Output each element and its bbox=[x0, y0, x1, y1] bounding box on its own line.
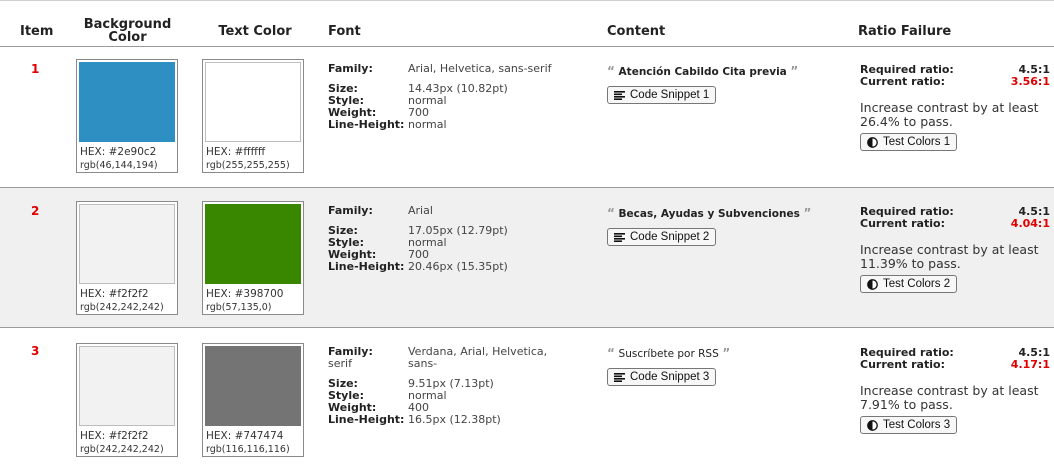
text-color-fill bbox=[205, 62, 301, 142]
font-details: Family: Arial, Helvetica, sans-serif Size… bbox=[328, 63, 568, 131]
text-color-fill bbox=[205, 204, 301, 284]
content-text: Suscríbete por RSS bbox=[618, 348, 719, 360]
background-swatch: HEX: #f2f2f2 rgb(242,242,242) bbox=[76, 201, 178, 315]
background-hex: HEX: #2e90c2 bbox=[80, 146, 157, 158]
line-height-value: 20.46px (15.35pt) bbox=[408, 260, 508, 273]
code-snippet-label: Code Snippet 1 bbox=[630, 89, 710, 101]
current-label: Current ratio: bbox=[860, 75, 945, 88]
contrast-report: Item Background Color Text Color Font Co… bbox=[0, 0, 1054, 464]
text-color-swatch: HEX: #398700 rgb(57,135,0) bbox=[202, 201, 304, 315]
col-background: Background Color bbox=[83, 17, 172, 45]
font-details: Family: Verdana, Arial, Helvetica, sans- … bbox=[328, 346, 568, 426]
open-quote-icon: “ bbox=[607, 346, 615, 360]
col-text-color: Text Color bbox=[218, 24, 292, 39]
contrast-icon bbox=[867, 278, 878, 290]
ratio-failure: Required ratio: 4.5:1 Current ratio: 3.56:… bbox=[860, 63, 1050, 151]
content-sample: “ Atención Cabildo Cita previa ” bbox=[607, 64, 827, 78]
background-hex: HEX: #f2f2f2 bbox=[80, 288, 149, 300]
line-height-value: 16.5px (12.38pt) bbox=[408, 413, 501, 426]
col-font: Font bbox=[328, 24, 361, 39]
family-value: Arial bbox=[408, 204, 433, 217]
code-snippet-button[interactable]: Code Snippet 2 bbox=[607, 228, 717, 246]
test-colors-label: Test Colors 3 bbox=[883, 419, 951, 431]
text-color-swatch: HEX: #ffffff rgb(255,255,255) bbox=[202, 59, 304, 173]
background-color-fill bbox=[79, 204, 175, 284]
line-height-label: Line-Height: bbox=[328, 118, 405, 131]
content-text: Atención Cabildo Cita previa bbox=[618, 66, 787, 78]
background-rgb: rgb(242,242,242) bbox=[80, 444, 164, 455]
table-row: 1 HEX: #2e90c2 rgb(46,144,194) HEX: #fff… bbox=[0, 48, 1054, 188]
background-swatch: HEX: #f2f2f2 rgb(242,242,242) bbox=[76, 343, 178, 457]
family-value-cont: serif bbox=[328, 357, 352, 370]
current-value: 4.04:1 bbox=[1010, 217, 1050, 230]
background-swatch: HEX: #2e90c2 rgb(46,144,194) bbox=[76, 59, 178, 173]
current-label: Current ratio: bbox=[860, 358, 945, 371]
align-left-icon bbox=[614, 372, 625, 382]
test-colors-label: Test Colors 1 bbox=[883, 136, 951, 148]
text-color-fill bbox=[205, 346, 301, 426]
col-content: Content bbox=[607, 24, 666, 39]
table-row: 2 HEX: #f2f2f2 rgb(242,242,242) HEX: #39… bbox=[0, 188, 1054, 328]
background-color-fill bbox=[79, 62, 175, 142]
text-rgb: rgb(57,135,0) bbox=[206, 302, 272, 313]
item-number: 3 bbox=[31, 344, 40, 358]
contrast-advice: Increase contrast by at least 11.39% to … bbox=[860, 242, 1039, 271]
col-ratio: Ratio Failure bbox=[858, 24, 952, 39]
open-quote-icon: “ bbox=[607, 64, 615, 78]
align-left-icon bbox=[614, 90, 625, 100]
text-hex: HEX: #747474 bbox=[206, 430, 284, 442]
close-quote-icon: ” bbox=[722, 346, 731, 360]
table-row: 3 HEX: #f2f2f2 rgb(242,242,242) HEX: #74… bbox=[0, 328, 1054, 464]
line-height-label: Line-Height: bbox=[328, 260, 405, 273]
content-cell: “ Suscríbete por RSS ” Code Snippet 3 bbox=[607, 346, 827, 386]
test-colors-label: Test Colors 2 bbox=[883, 278, 951, 290]
background-rgb: rgb(46,144,194) bbox=[80, 160, 158, 171]
text-rgb: rgb(255,255,255) bbox=[206, 160, 290, 171]
test-colors-button[interactable]: Test Colors 3 bbox=[860, 416, 958, 434]
close-quote-icon: ” bbox=[803, 206, 812, 220]
contrast-icon bbox=[867, 136, 878, 148]
current-value: 4.17:1 bbox=[1010, 358, 1050, 371]
content-text: Becas, Ayudas y Subvenciones bbox=[618, 208, 800, 220]
family-label: Family: bbox=[328, 204, 373, 217]
test-colors-button[interactable]: Test Colors 1 bbox=[860, 133, 958, 151]
contrast-advice: Increase contrast by at least 26.4% to p… bbox=[860, 100, 1039, 129]
family-value: Arial, Helvetica, sans-serif bbox=[408, 62, 552, 75]
font-details: Family: Arial Size: 17.05px (12.79pt) Styl… bbox=[328, 205, 568, 273]
ratio-failure: Required ratio: 4.5:1 Current ratio: 4.17:… bbox=[860, 346, 1050, 434]
content-cell: “ Atención Cabildo Cita previa ” Code Sn… bbox=[607, 64, 827, 104]
close-quote-icon: ” bbox=[790, 64, 799, 78]
table-header: Item Background Color Text Color Font Co… bbox=[0, 0, 1054, 47]
ratio-failure: Required ratio: 4.5:1 Current ratio: 4.04:… bbox=[860, 205, 1050, 293]
code-snippet-button[interactable]: Code Snippet 1 bbox=[607, 86, 717, 104]
background-hex: HEX: #f2f2f2 bbox=[80, 430, 149, 442]
content-sample: “ Suscríbete por RSS ” bbox=[607, 346, 827, 360]
family-label: Family: bbox=[328, 62, 373, 75]
background-color-fill bbox=[79, 346, 175, 426]
contrast-advice: Increase contrast by at least 7.91% to p… bbox=[860, 383, 1039, 412]
text-hex: HEX: #398700 bbox=[206, 288, 284, 300]
content-sample: “ Becas, Ayudas y Subvenciones ” bbox=[607, 206, 827, 220]
text-color-swatch: HEX: #747474 rgb(116,116,116) bbox=[202, 343, 304, 457]
test-colors-button[interactable]: Test Colors 2 bbox=[860, 275, 958, 293]
contrast-icon bbox=[867, 419, 878, 431]
content-cell: “ Becas, Ayudas y Subvenciones ” Code Sn… bbox=[607, 206, 827, 246]
item-number: 1 bbox=[31, 62, 40, 76]
code-snippet-button[interactable]: Code Snippet 3 bbox=[607, 368, 717, 386]
text-rgb: rgb(116,116,116) bbox=[206, 444, 290, 455]
item-number: 2 bbox=[31, 204, 40, 218]
line-height-value: normal bbox=[408, 118, 447, 131]
col-item: Item bbox=[20, 24, 54, 39]
text-hex: HEX: #ffffff bbox=[206, 146, 266, 158]
code-snippet-label: Code Snippet 3 bbox=[630, 371, 710, 383]
line-height-label: Line-Height: bbox=[328, 413, 405, 426]
current-label: Current ratio: bbox=[860, 217, 945, 230]
align-left-icon bbox=[614, 232, 625, 242]
background-rgb: rgb(242,242,242) bbox=[80, 302, 164, 313]
current-value: 3.56:1 bbox=[1010, 75, 1050, 88]
open-quote-icon: “ bbox=[607, 206, 615, 220]
code-snippet-label: Code Snippet 2 bbox=[630, 231, 710, 243]
